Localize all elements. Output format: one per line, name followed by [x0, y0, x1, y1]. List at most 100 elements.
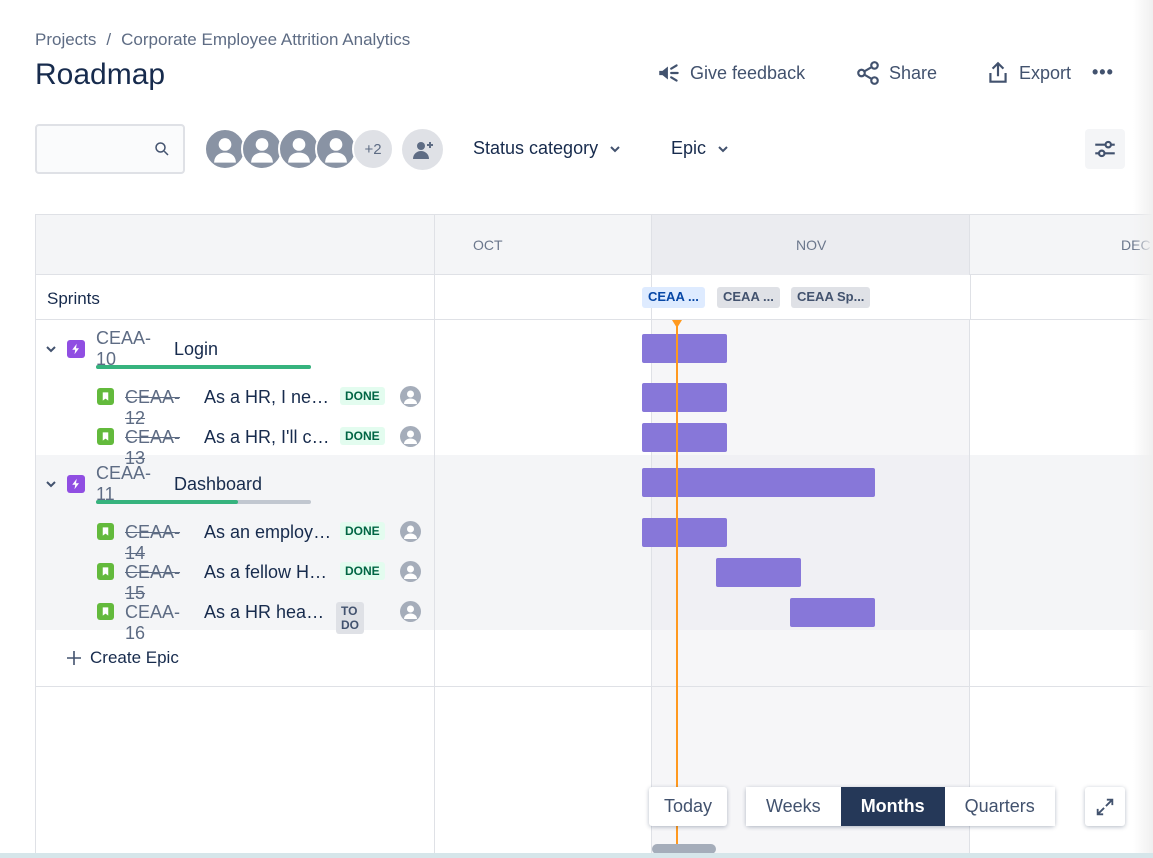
share-button[interactable]: Share: [855, 60, 937, 86]
page-title: Roadmap: [35, 58, 166, 91]
more-people-button[interactable]: +2: [352, 128, 394, 170]
story-icon: [97, 603, 114, 620]
avatar[interactable]: [278, 128, 320, 170]
user-icon: [251, 138, 273, 163]
export-button[interactable]: Export: [985, 60, 1071, 86]
issue-summary[interactable]: As a HR, I need...: [204, 387, 334, 408]
user-icon: [404, 430, 417, 444]
megaphone-icon: [659, 64, 679, 82]
breadcrumb: Projects / Corporate Employee Attrition …: [35, 30, 410, 50]
issue-timeline-bar[interactable]: [716, 558, 801, 587]
issue-key[interactable]: CEAA-16: [125, 602, 180, 644]
epic-icon: [67, 340, 85, 358]
quarters-button[interactable]: Quarters: [944, 787, 1055, 826]
epic-key[interactable]: CEAA-10: [96, 328, 151, 370]
issue-summary[interactable]: As a fellow HR,...: [204, 562, 334, 583]
story-icon: [97, 563, 114, 580]
sprint-chip[interactable]: CEAA ...: [642, 287, 705, 308]
status-badge: DONE: [340, 562, 385, 580]
issue-summary[interactable]: As a HR, I'll co...: [204, 427, 334, 448]
issue-key[interactable]: CEAA-14: [125, 522, 180, 564]
month-divider: [970, 275, 971, 320]
epic-name[interactable]: Dashboard: [174, 474, 262, 495]
issue-key[interactable]: CEAA-15: [125, 562, 180, 604]
issue-timeline-bar[interactable]: [790, 598, 875, 627]
expand-icon: [1096, 798, 1114, 815]
sprint-chip[interactable]: CEAA Sp...: [791, 287, 871, 308]
assignee-avatar: [400, 601, 421, 622]
today-marker: [672, 320, 682, 328]
page-edge-shadow: [1133, 0, 1153, 858]
issue-timeline-bar[interactable]: [642, 423, 727, 452]
more-actions-button[interactable]: •••: [1092, 62, 1114, 83]
epic-key[interactable]: CEAA-11: [96, 463, 151, 505]
epic-filter-label: Epic: [671, 138, 707, 158]
assignee-avatar: [400, 386, 421, 407]
add-people-button[interactable]: [402, 129, 443, 170]
sprints-label: Sprints: [47, 289, 100, 308]
search-input[interactable]: [35, 124, 185, 174]
share-label: Share: [889, 62, 938, 83]
issue-summary[interactable]: As an employe...: [204, 522, 334, 543]
timeline-zoom-switcher: Weeks Months Quarters: [746, 787, 1055, 826]
story-icon: [97, 523, 114, 540]
status-badge: TO DO: [336, 602, 364, 634]
list-bottom-divider: [36, 686, 1153, 687]
breadcrumb-projects-link[interactable]: Projects: [35, 30, 96, 50]
create-epic-label: Create Epic: [90, 648, 179, 667]
epic-name[interactable]: Login: [174, 339, 218, 360]
search-icon: [155, 142, 169, 156]
plus-icon: [67, 651, 81, 665]
epic-progress-bar: [96, 500, 311, 504]
issue-timeline-bar[interactable]: [642, 518, 727, 547]
issue-timeline-bar[interactable]: [642, 383, 727, 412]
user-icon: [404, 565, 417, 579]
chevron-down-icon: [718, 145, 728, 152]
sprint-chip[interactable]: CEAA ...: [717, 287, 780, 308]
bottom-strip: [0, 853, 1153, 858]
story-icon: [97, 428, 114, 445]
chevron-down-icon: [610, 145, 620, 152]
avatar[interactable]: [204, 128, 246, 170]
list-divider: [434, 275, 435, 320]
breadcrumb-project-link[interactable]: Corporate Employee Attrition Analytics: [121, 30, 410, 50]
assignee-avatar: [400, 561, 421, 582]
user-icon: [404, 525, 417, 539]
epic-progress-bar: [96, 365, 311, 369]
epic-icon: [67, 475, 85, 493]
today-marker-line: [676, 320, 678, 858]
share-icon: [857, 61, 879, 85]
progress-fill: [96, 365, 311, 369]
status-badge: DONE: [340, 522, 385, 540]
user-icon: [404, 605, 417, 619]
avatar[interactable]: [241, 128, 283, 170]
user-icon: [404, 390, 417, 404]
month-label: OCT: [473, 237, 503, 253]
today-button[interactable]: Today: [649, 787, 728, 826]
create-epic-button[interactable]: Create Epic: [66, 648, 179, 668]
months-button[interactable]: Months: [840, 787, 945, 826]
sliders-icon: [1095, 140, 1115, 158]
story-icon: [97, 388, 114, 405]
view-settings-button[interactable]: [1085, 129, 1125, 169]
epic-filter[interactable]: Epic: [671, 138, 730, 159]
chevron-down-icon[interactable]: [44, 477, 58, 491]
weeks-button[interactable]: Weeks: [746, 787, 841, 826]
give-feedback-button[interactable]: Give feedback: [656, 60, 805, 86]
status-category-filter[interactable]: Status category: [473, 138, 622, 159]
chevron-down-icon[interactable]: [44, 342, 58, 356]
fullscreen-button[interactable]: [1085, 787, 1125, 826]
user-icon: [288, 138, 310, 163]
timeline-header: [36, 215, 1153, 275]
export-label: Export: [1019, 62, 1072, 83]
roadmap-timeline: OCT NOV DEC Sprints CEAA ... CEAA ... CE…: [35, 214, 1153, 858]
assignee-avatar: [400, 521, 421, 542]
epic-timeline-bar[interactable]: [642, 334, 727, 363]
assignee-avatar: [400, 426, 421, 447]
issue-key[interactable]: CEAA-12: [125, 387, 180, 429]
avatar[interactable]: [315, 128, 357, 170]
user-icon: [214, 138, 236, 163]
breadcrumb-separator: /: [106, 30, 112, 49]
issue-summary[interactable]: As a HR head, ...: [204, 602, 334, 623]
month-label: NOV: [796, 237, 827, 253]
